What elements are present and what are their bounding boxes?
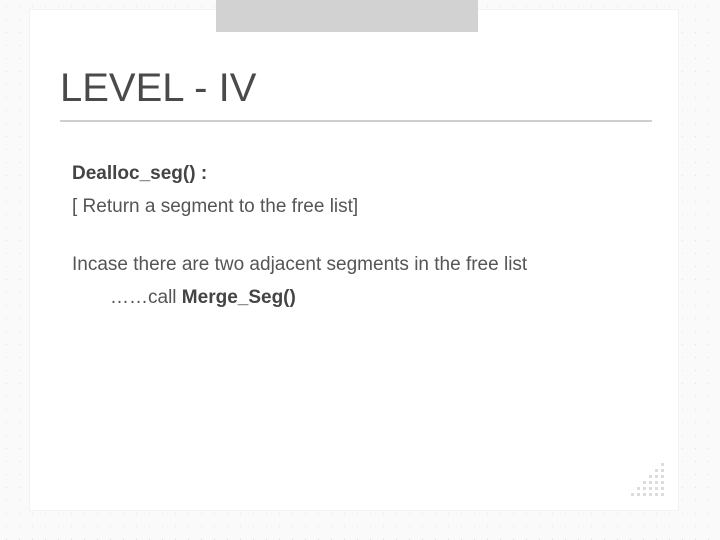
merge-seg-label: Merge_Seg() xyxy=(182,287,296,308)
corner-decoration xyxy=(594,446,664,496)
dealloc-description: [ Return a segment to the free list] xyxy=(72,193,652,222)
top-tab-decoration xyxy=(216,0,478,32)
incase-call-line: ……call Merge_Seg() xyxy=(72,284,652,313)
slide-body: Dealloc_seg() : [ Return a segment to th… xyxy=(72,160,652,316)
slide-title: LEVEL - IV xyxy=(60,66,256,111)
incase-line: Incase there are two adjacent segments i… xyxy=(72,251,652,280)
title-underline xyxy=(60,120,652,122)
incase-prefix: ……call xyxy=(110,287,182,308)
dealloc-heading: Dealloc_seg() : xyxy=(72,163,207,184)
slide-card: LEVEL - IV Dealloc_seg() : [ Return a se… xyxy=(30,10,678,510)
